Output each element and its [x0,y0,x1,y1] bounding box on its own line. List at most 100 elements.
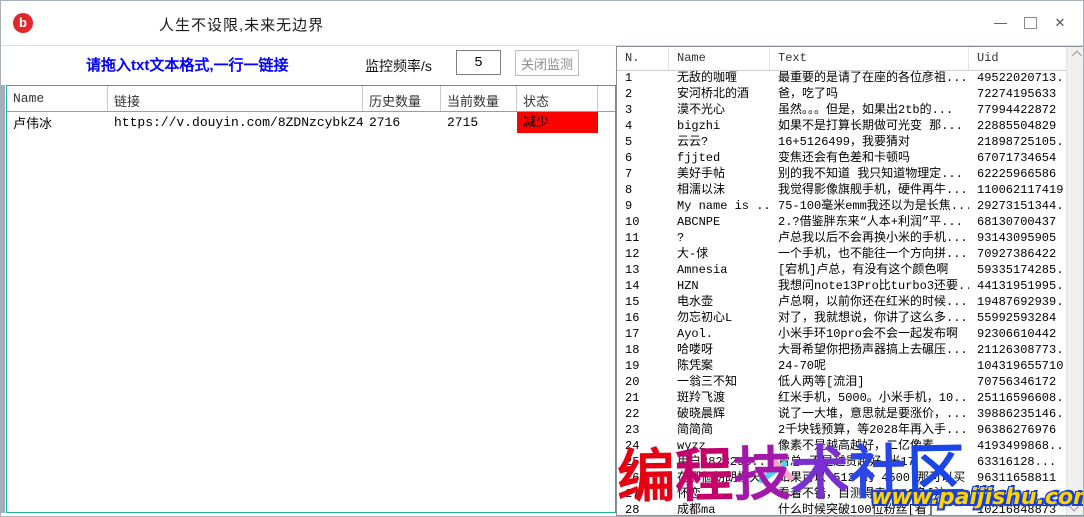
comment-cell-name: 漠不光心 [669,102,770,118]
comment-cell-name: My name is ... [669,198,770,214]
comment-cell-uid: 68130700437 [969,214,1066,230]
comment-row[interactable]: 15电水壶卢总啊，以前你还在红米的时候...19487692939... [617,294,1066,310]
comment-cell-name: wyzz [669,438,770,454]
comment-header-name[interactable]: Name [669,47,770,70]
comment-row[interactable]: 21斑羚飞渡红米手机，5000。小米手机，10...25116596608... [617,390,1066,406]
comment-row[interactable]: 26在哪個朗朗桜天如果可以 512 的 4500 那可以买96311658811 [617,470,1066,486]
left-edge-strip [1,85,5,513]
comment-cell-uid [969,486,1066,502]
comment-cell-n: 12 [617,246,669,262]
comment-cell-uid: 21898725105... [969,134,1066,150]
comment-cell-name: 电水壶 [669,294,770,310]
comment-cell-text: 说了一大堆，意思就是要涨价，... [770,406,969,422]
comment-row[interactable]: 18哈喽呀大哥希望你把扬声器搞上去碾压...21126308773... [617,342,1066,358]
comment-cell-n: 14 [617,278,669,294]
comment-cell-name: HZN [669,278,770,294]
monitor-cell-history-count: 2716 [363,115,441,130]
comment-cell-text: 我觉得影像旗舰手机，硬件再牛... [770,182,969,198]
comment-cell-uid: 96311658811 [969,470,1066,486]
monitor-header-link[interactable]: 链接 [108,86,363,111]
comment-cell-uid: 63316128... [969,454,1066,470]
comment-row[interactable]: 24wyzz像素不是越高越好，二亿像素4193499868... [617,438,1066,454]
comment-cell-name: 勿忘初心L [669,310,770,326]
comment-cell-uid: 110062117419 [969,182,1066,198]
comment-cell-text: 爸，吃了吗 [770,86,969,102]
chevron-up-icon [1071,51,1081,61]
minimize-button[interactable] [985,10,1015,36]
comment-row[interactable]: 28成都ma什么时候突破100位粉丝[看]10216848873 [617,502,1066,515]
comment-cell-name: 成都ma [669,502,770,515]
comment-cell-n: 25 [617,454,669,470]
monitor-row[interactable]: 卢伟冰 https://v.douyin.com/8ZDNzcybkZ4/ 27… [7,112,615,133]
comment-cell-uid: 72274195633 [969,86,1066,102]
comment-cell-n: 9 [617,198,669,214]
vertical-scrollbar[interactable] [1066,47,1083,515]
comment-row[interactable]: 6fjjted变焦还会有色差和卡顿吗67071734654 [617,150,1066,166]
scroll-up-button[interactable] [1067,47,1083,64]
monitor-header-name[interactable]: Name [7,86,108,111]
comment-row[interactable]: 23简简简2千块钱预算，等2028年再入手...96386276976 [617,422,1066,438]
comment-cell-n: 15 [617,294,669,310]
comment-cell-name: 陈凭案 [669,358,770,374]
comment-cell-n: 4 [617,118,669,134]
monitor-header-status[interactable]: 状态 [517,86,598,111]
comment-cell-n: 23 [617,422,669,438]
comment-cell-n: 2 [617,86,669,102]
comment-row[interactable]: 4bigzhi如果不是打算长期做可光变 那...22885504829 [617,118,1066,134]
comment-cell-n: 6 [617,150,669,166]
comment-row[interactable]: 5云云?16+5126499，我要猜对21898725105... [617,134,1066,150]
scroll-down-button[interactable] [1067,498,1083,515]
comment-row[interactable]: 1无敌的咖喱最重要的是请了在座的各位彦祖...49522020713... [617,70,1066,86]
monitor-header-current-count[interactable]: 当前数量 [441,86,517,111]
comment-header-uid[interactable]: Uid [969,47,1066,70]
comment-row[interactable]: 14HZN我想问note13Pro比turbo3还要...44131951995… [617,278,1066,294]
monitor-table-header: Name 链接 历史数量 当前数量 状态 [7,86,615,112]
comment-cell-uid: 59335174285... [969,262,1066,278]
comment-row[interactable]: 13Amnesia[宕机]卢总，有没有这个颜色啊59335174285... [617,262,1066,278]
toggle-monitor-button[interactable]: 关闭监测 [515,50,579,76]
monitor-header-history-count[interactable]: 历史数量 [363,86,441,111]
comment-row[interactable]: 3漠不光心虽然。。。但是，如果出2tb的...77994422872 [617,102,1066,118]
comment-cell-text: 我想问note13Pro比turbo3还要... [770,278,969,294]
comment-cell-n: 8 [617,182,669,198]
comment-row[interactable]: 8相濡以沫我觉得影像旗舰手机，硬件再牛...110062117419 [617,182,1066,198]
comment-cell-n: 27 [617,486,669,502]
comment-row[interactable]: 27怀恋看着不错，目测得卖2000多[泣... [617,486,1066,502]
comment-cell-name: Ayol. [669,326,770,342]
comment-row[interactable]: 2安河桥北的酒爸，吃了吗72274195633 [617,86,1066,102]
titlebar: b 人生不设限,未来无边界 ✕ [1,1,1083,46]
comment-cell-uid: 104319655710 [969,358,1066,374]
comment-cell-name: 云云? [669,134,770,150]
close-button[interactable]: ✕ [1045,10,1075,36]
comment-row[interactable]: 10ABCNPE2.?借鉴胖东来“人本+利润”平...68130700437 [617,214,1066,230]
comment-row[interactable]: 11?卢总我以后不会再换小米的手机...93143095905 [617,230,1066,246]
chevron-down-icon [1069,502,1079,512]
comment-row[interactable]: 19陈凭案24-70呢104319655710 [617,358,1066,374]
comment-header-text[interactable]: Text [770,47,969,70]
comment-cell-n: 1 [617,70,669,86]
comment-row[interactable]: 25用户8828298...雷总 不是越贵越好 米1763316128... [617,454,1066,470]
comment-cell-n: 26 [617,470,669,486]
comment-row[interactable]: 16勿忘初心L对了，我就想说，你讲了这么多...55992593284 [617,310,1066,326]
comment-cell-text: 16+5126499，我要猜对 [770,134,969,150]
comment-cell-text: 变焦还会有色差和卡顿吗 [770,150,969,166]
comment-row[interactable]: 7美好手帖别的我不知道 我只知道物理定...62225966586 [617,166,1066,182]
comment-cell-text: 看着不错，目测得卖2000多[泣... [770,486,969,502]
comment-cell-name: 在哪個朗朗桜天 [669,470,770,486]
comment-cell-uid: 10216848873 [969,502,1066,515]
comment-cell-uid: 44131951995... [969,278,1066,294]
comment-cell-text: 对了，我就想说，你讲了这么多... [770,310,969,326]
monitor-frequency-input[interactable] [456,50,501,75]
maximize-button[interactable] [1015,10,1045,36]
comment-header-n[interactable]: N. [617,47,669,70]
comment-row[interactable]: 12大-俅一个手机，也不能往一个方向拼...70927386422 [617,246,1066,262]
comment-row[interactable]: 20一翁三不知低人两等[流泪]70756346172 [617,374,1066,390]
comment-cell-uid: 4193499868... [969,438,1066,454]
comment-row[interactable]: 22破晓晨辉说了一大堆，意思就是要涨价，...39886235146... [617,406,1066,422]
comment-cell-n: 5 [617,134,669,150]
comment-cell-text: 2.?借鉴胖东来“人本+利润”平... [770,214,969,230]
comment-row[interactable]: 17Ayol.小米手环10pro会不会一起发布啊92306610442 [617,326,1066,342]
comment-row[interactable]: 9My name is ...75-100毫米emm我还以为是长焦...2927… [617,198,1066,214]
comment-cell-text: 别的我不知道 我只知道物理定... [770,166,969,182]
comment-cell-name: 美好手帖 [669,166,770,182]
